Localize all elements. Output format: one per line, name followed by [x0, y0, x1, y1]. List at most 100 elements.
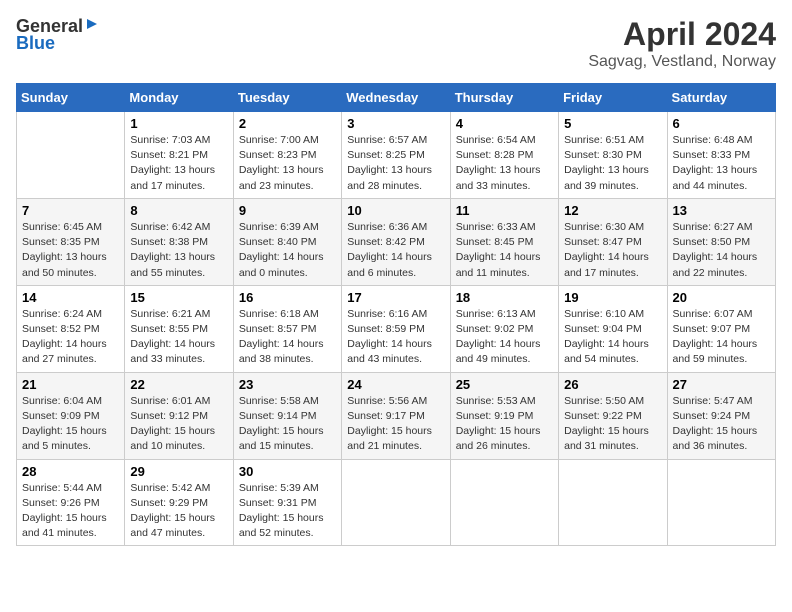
- day-info: Sunrise: 5:47 AMSunset: 9:24 PMDaylight:…: [673, 394, 770, 455]
- calendar-cell: 15 Sunrise: 6:21 AMSunset: 8:55 PMDayligh…: [125, 285, 233, 372]
- weekday-header-saturday: Saturday: [667, 84, 775, 112]
- day-number: 16: [239, 290, 336, 305]
- calendar-cell: 20 Sunrise: 6:07 AMSunset: 9:07 PMDayligh…: [667, 285, 775, 372]
- day-info: Sunrise: 6:57 AMSunset: 8:25 PMDaylight:…: [347, 133, 444, 194]
- calendar-cell: 9 Sunrise: 6:39 AMSunset: 8:40 PMDaylight…: [233, 198, 341, 285]
- day-info: Sunrise: 5:44 AMSunset: 9:26 PMDaylight:…: [22, 481, 119, 542]
- calendar-cell: 1Sunrise: 7:03 AMSunset: 8:21 PMDaylight…: [125, 112, 233, 199]
- weekday-header-wednesday: Wednesday: [342, 84, 450, 112]
- day-number: 28: [22, 464, 119, 479]
- calendar-week-row: 1Sunrise: 7:03 AMSunset: 8:21 PMDaylight…: [17, 112, 776, 199]
- calendar-cell: 18Sunrise: 6:13 AMSunset: 9:02 PMDayligh…: [450, 285, 558, 372]
- day-info: Sunrise: 6:21 AMSunset: 8:55 PMDaylight:…: [130, 307, 227, 368]
- day-number: 12: [564, 203, 661, 218]
- logo-blue-text: Blue: [16, 33, 55, 54]
- calendar-cell: 16 Sunrise: 6:18 AMSunset: 8:57 PMDayligh…: [233, 285, 341, 372]
- day-info: Sunrise: 6:54 AMSunset: 8:28 PMDaylight:…: [456, 133, 553, 194]
- day-number: 5: [564, 116, 661, 131]
- calendar-cell: 30 Sunrise: 5:39 AMSunset: 9:31 PMDayligh…: [233, 459, 341, 546]
- month-year-title: April 2024: [588, 16, 776, 53]
- day-number: 26: [564, 377, 661, 392]
- calendar-cell: 2 Sunrise: 7:00 AMSunset: 8:23 PMDaylight…: [233, 112, 341, 199]
- day-info: Sunrise: 6:27 AMSunset: 8:50 PMDaylight:…: [673, 220, 770, 281]
- day-info: Sunrise: 5:50 AMSunset: 9:22 PMDaylight:…: [564, 394, 661, 455]
- logo-arrow-icon: [85, 17, 99, 36]
- calendar-cell: 19Sunrise: 6:10 AMSunset: 9:04 PMDayligh…: [559, 285, 667, 372]
- calendar-cell: 6 Sunrise: 6:48 AMSunset: 8:33 PMDaylight…: [667, 112, 775, 199]
- calendar-cell: 11Sunrise: 6:33 AMSunset: 8:45 PMDayligh…: [450, 198, 558, 285]
- location-subtitle: Sagvag, Vestland, Norway: [588, 53, 776, 71]
- day-number: 24: [347, 377, 444, 392]
- day-number: 13: [673, 203, 770, 218]
- day-number: 27: [673, 377, 770, 392]
- day-info: Sunrise: 6:51 AMSunset: 8:30 PMDaylight:…: [564, 133, 661, 194]
- day-number: 11: [456, 203, 553, 218]
- calendar-cell: 10 Sunrise: 6:36 AMSunset: 8:42 PMDayligh…: [342, 198, 450, 285]
- day-info: Sunrise: 6:42 AMSunset: 8:38 PMDaylight:…: [130, 220, 227, 281]
- day-info: Sunrise: 6:24 AMSunset: 8:52 PMDaylight:…: [22, 307, 119, 368]
- day-number: 4: [456, 116, 553, 131]
- calendar-cell: [450, 459, 558, 546]
- day-info: Sunrise: 6:30 AMSunset: 8:47 PMDaylight:…: [564, 220, 661, 281]
- calendar-cell: 26 Sunrise: 5:50 AMSunset: 9:22 PMDayligh…: [559, 372, 667, 459]
- day-number: 19: [564, 290, 661, 305]
- day-number: 8: [130, 203, 227, 218]
- calendar-cell: 8 Sunrise: 6:42 AMSunset: 8:38 PMDaylight…: [125, 198, 233, 285]
- day-info: Sunrise: 5:56 AMSunset: 9:17 PMDaylight:…: [347, 394, 444, 455]
- calendar-cell: 22 Sunrise: 6:01 AMSunset: 9:12 PMDayligh…: [125, 372, 233, 459]
- calendar-cell: 3 Sunrise: 6:57 AMSunset: 8:25 PMDaylight…: [342, 112, 450, 199]
- weekday-header-sunday: Sunday: [17, 84, 125, 112]
- day-info: Sunrise: 6:16 AMSunset: 8:59 PMDaylight:…: [347, 307, 444, 368]
- day-info: Sunrise: 6:48 AMSunset: 8:33 PMDaylight:…: [673, 133, 770, 194]
- day-number: 23: [239, 377, 336, 392]
- calendar-cell: 13 Sunrise: 6:27 AMSunset: 8:50 PMDayligh…: [667, 198, 775, 285]
- day-number: 25: [456, 377, 553, 392]
- day-info: Sunrise: 6:04 AMSunset: 9:09 PMDaylight:…: [22, 394, 119, 455]
- day-number: 18: [456, 290, 553, 305]
- calendar-cell: 14Sunrise: 6:24 AMSunset: 8:52 PMDayligh…: [17, 285, 125, 372]
- day-number: 15: [130, 290, 227, 305]
- weekday-header-monday: Monday: [125, 84, 233, 112]
- calendar-week-row: 21 Sunrise: 6:04 AMSunset: 9:09 PMDayligh…: [17, 372, 776, 459]
- day-info: Sunrise: 5:42 AMSunset: 9:29 PMDaylight:…: [130, 481, 227, 542]
- calendar-cell: [17, 112, 125, 199]
- day-number: 7: [22, 203, 119, 218]
- calendar-cell: 4 Sunrise: 6:54 AMSunset: 8:28 PMDaylight…: [450, 112, 558, 199]
- day-number: 30: [239, 464, 336, 479]
- day-info: Sunrise: 6:39 AMSunset: 8:40 PMDaylight:…: [239, 220, 336, 281]
- day-info: Sunrise: 6:07 AMSunset: 9:07 PMDaylight:…: [673, 307, 770, 368]
- day-number: 3: [347, 116, 444, 131]
- day-number: 6: [673, 116, 770, 131]
- title-section: April 2024 Sagvag, Vestland, Norway: [588, 16, 776, 71]
- calendar-cell: 21 Sunrise: 6:04 AMSunset: 9:09 PMDayligh…: [17, 372, 125, 459]
- day-number: 17: [347, 290, 444, 305]
- calendar-cell: [667, 459, 775, 546]
- calendar-cell: [559, 459, 667, 546]
- calendar-week-row: 14Sunrise: 6:24 AMSunset: 8:52 PMDayligh…: [17, 285, 776, 372]
- calendar-week-row: 28 Sunrise: 5:44 AMSunset: 9:26 PMDayligh…: [17, 459, 776, 546]
- calendar-cell: 7Sunrise: 6:45 AMSunset: 8:35 PMDaylight…: [17, 198, 125, 285]
- day-number: 21: [22, 377, 119, 392]
- day-info: Sunrise: 5:53 AMSunset: 9:19 PMDaylight:…: [456, 394, 553, 455]
- day-number: 2: [239, 116, 336, 131]
- calendar-cell: 5 Sunrise: 6:51 AMSunset: 8:30 PMDaylight…: [559, 112, 667, 199]
- day-info: Sunrise: 5:39 AMSunset: 9:31 PMDaylight:…: [239, 481, 336, 542]
- day-number: 29: [130, 464, 227, 479]
- calendar-cell: 23Sunrise: 5:58 AMSunset: 9:14 PMDayligh…: [233, 372, 341, 459]
- calendar-cell: 24 Sunrise: 5:56 AMSunset: 9:17 PMDayligh…: [342, 372, 450, 459]
- day-number: 1: [130, 116, 227, 131]
- calendar-cell: 17 Sunrise: 6:16 AMSunset: 8:59 PMDayligh…: [342, 285, 450, 372]
- day-info: Sunrise: 6:36 AMSunset: 8:42 PMDaylight:…: [347, 220, 444, 281]
- calendar-cell: [342, 459, 450, 546]
- calendar-cell: 12 Sunrise: 6:30 AMSunset: 8:47 PMDayligh…: [559, 198, 667, 285]
- day-info: Sunrise: 7:00 AMSunset: 8:23 PMDaylight:…: [239, 133, 336, 194]
- day-number: 9: [239, 203, 336, 218]
- day-info: Sunrise: 6:01 AMSunset: 9:12 PMDaylight:…: [130, 394, 227, 455]
- calendar-cell: 25 Sunrise: 5:53 AMSunset: 9:19 PMDayligh…: [450, 372, 558, 459]
- calendar-cell: 29 Sunrise: 5:42 AMSunset: 9:29 PMDayligh…: [125, 459, 233, 546]
- day-info: Sunrise: 6:18 AMSunset: 8:57 PMDaylight:…: [239, 307, 336, 368]
- calendar-header-row: SundayMondayTuesdayWednesdayThursdayFrid…: [17, 84, 776, 112]
- day-number: 10: [347, 203, 444, 218]
- day-number: 22: [130, 377, 227, 392]
- day-number: 20: [673, 290, 770, 305]
